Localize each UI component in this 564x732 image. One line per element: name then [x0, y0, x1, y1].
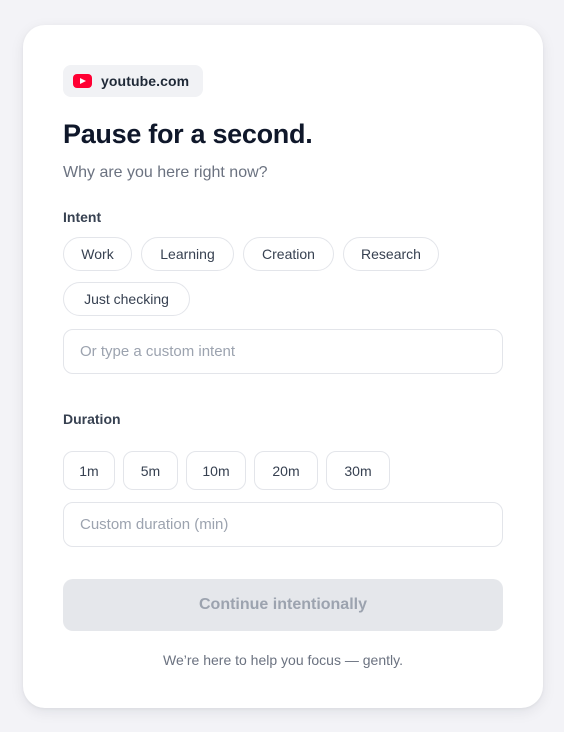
duration-chip-20m[interactable]: 20m: [254, 451, 318, 490]
page-title: Pause for a second.: [63, 119, 313, 149]
intent-label: Intent: [63, 209, 102, 225]
duration-chip-30m[interactable]: 30m: [326, 451, 390, 490]
duration-chip-5m[interactable]: 5m: [123, 451, 178, 490]
page-subtitle: Why are you here right now?: [63, 164, 268, 181]
duration-options: 1m 5m 10m 20m 30m: [63, 451, 390, 490]
intent-chip-just-checking[interactable]: Just checking: [63, 282, 190, 316]
footer-note: We’re here to help you focus — gently.: [163, 652, 403, 668]
youtube-icon: [73, 74, 92, 88]
custom-duration-input[interactable]: [63, 502, 503, 547]
duration-chip-1m[interactable]: 1m: [63, 451, 115, 490]
custom-intent-input[interactable]: [63, 329, 503, 374]
duration-label: Duration: [63, 411, 121, 427]
continue-button[interactable]: Continue intentionally: [63, 579, 503, 631]
intent-chip-work[interactable]: Work: [63, 237, 132, 271]
intent-chip-research[interactable]: Research: [343, 237, 439, 271]
site-badge: youtube.com: [63, 65, 204, 97]
intent-dialog-card: youtube.com Pause for a second. Why are …: [23, 25, 543, 708]
intent-options: Work Learning Creation Research Just che…: [63, 237, 503, 316]
intent-chip-creation[interactable]: Creation: [243, 237, 334, 271]
intent-chip-learning[interactable]: Learning: [141, 237, 234, 271]
duration-chip-10m[interactable]: 10m: [186, 451, 246, 490]
site-name: youtube.com: [101, 73, 190, 89]
